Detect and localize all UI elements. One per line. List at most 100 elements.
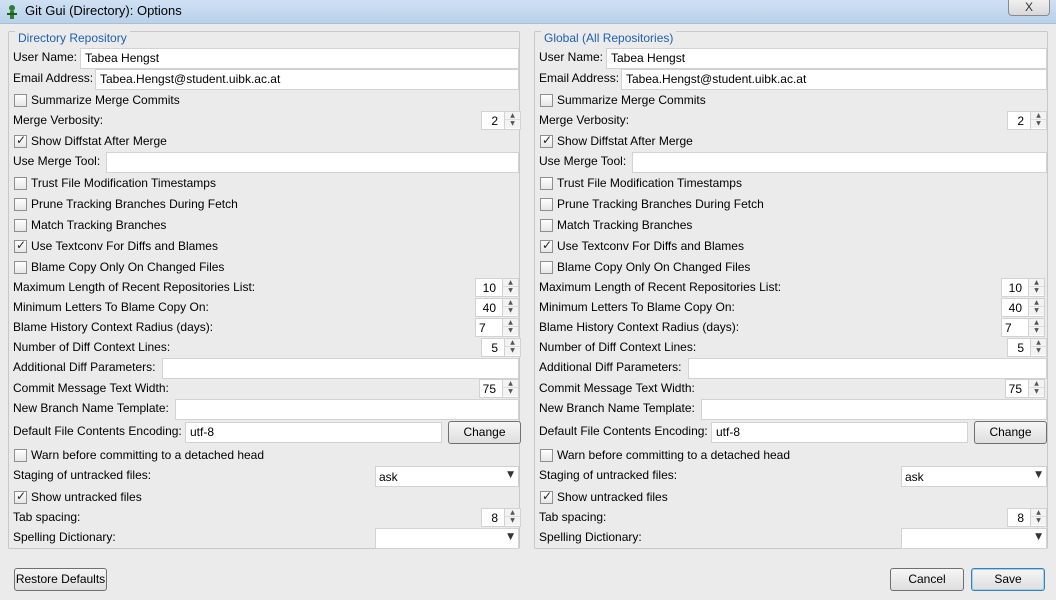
branch-template-input[interactable]: [701, 399, 1047, 420]
spin-up-icon[interactable]: ▲: [503, 279, 518, 287]
tab-spacing-spinner[interactable]: 8 ▲ ▼: [481, 508, 521, 527]
change-encoding-button[interactable]: Change: [974, 421, 1047, 444]
encoding-input[interactable]: utf-8: [711, 422, 968, 443]
show-diffstat-checkbox[interactable]: [540, 133, 553, 148]
show-untracked-checkbox[interactable]: [540, 489, 553, 504]
diff-context-spinner[interactable]: 5 ▲ ▼: [1007, 338, 1047, 357]
show-diffstat-checkbox[interactable]: [14, 133, 27, 148]
cancel-button[interactable]: Cancel: [890, 568, 964, 591]
close-window-button[interactable]: X: [1008, 0, 1050, 16]
show-untracked-checkbox[interactable]: [14, 489, 27, 504]
spin-up-icon[interactable]: ▲: [505, 112, 520, 120]
summarize-merge-row[interactable]: Summarize Merge Commits: [539, 92, 1047, 112]
staging-select[interactable]: ask ▼: [375, 466, 519, 487]
trust-timestamps-row[interactable]: Trust File Modification Timestamps: [539, 175, 1047, 195]
blame-radius-spinner[interactable]: 7 ▲ ▼: [475, 318, 519, 337]
merge-verbosity-spinner[interactable]: 2 ▲ ▼: [481, 111, 521, 130]
commit-width-spinner[interactable]: 75 ▲ ▼: [1005, 379, 1045, 398]
max-recent-spinner[interactable]: 10 ▲ ▼: [475, 278, 519, 297]
spin-down-icon[interactable]: ▼: [505, 120, 520, 128]
trust-timestamps-checkbox[interactable]: [14, 177, 27, 190]
match-tracking-row[interactable]: Match Tracking Branches: [539, 217, 1047, 237]
blame-copy-row[interactable]: Blame Copy Only On Changed Files: [539, 259, 1047, 279]
user-name-input[interactable]: Tabea Hengst: [80, 48, 519, 69]
warn-detached-row[interactable]: Warn before committing to a detached hea…: [539, 447, 1047, 467]
spin-up-icon[interactable]: ▲: [1029, 299, 1044, 307]
summarize-merge-checkbox[interactable]: [14, 94, 27, 107]
email-input[interactable]: Tabea.Hengst@student.uibk.ac.at: [621, 69, 1047, 90]
textconv-row[interactable]: Use Textconv For Diffs and Blames: [13, 238, 519, 258]
blame-radius-spinner[interactable]: 7 ▲ ▼: [1001, 318, 1045, 337]
warn-detached-row[interactable]: Warn before committing to a detached hea…: [13, 447, 519, 467]
commit-width-spinner[interactable]: 75 ▲ ▼: [479, 379, 519, 398]
warn-detached-checkbox[interactable]: [540, 449, 553, 462]
email-input[interactable]: Tabea.Hengst@student.uibk.ac.at: [95, 69, 519, 90]
encoding-input[interactable]: utf-8: [185, 422, 442, 443]
prune-branches-checkbox[interactable]: [540, 198, 553, 211]
spin-up-icon[interactable]: ▲: [1029, 380, 1044, 388]
spelling-select[interactable]: ▼: [375, 528, 519, 549]
spin-up-icon[interactable]: ▲: [1031, 339, 1046, 347]
summarize-merge-row[interactable]: Summarize Merge Commits: [13, 92, 519, 112]
spin-down-icon[interactable]: ▼: [503, 327, 518, 335]
spin-up-icon[interactable]: ▲: [1029, 319, 1044, 327]
prune-branches-row[interactable]: Prune Tracking Branches During Fetch: [13, 196, 519, 216]
spin-down-icon[interactable]: ▼: [505, 517, 520, 525]
spin-down-icon[interactable]: ▼: [1031, 120, 1046, 128]
merge-tool-input[interactable]: [632, 152, 1047, 173]
spin-down-icon[interactable]: ▼: [505, 347, 520, 355]
spin-down-icon[interactable]: ▼: [1031, 517, 1046, 525]
change-encoding-button[interactable]: Change: [448, 421, 521, 444]
spin-up-icon[interactable]: ▲: [505, 509, 520, 517]
restore-defaults-button[interactable]: Restore Defaults: [14, 568, 107, 591]
add-diff-input[interactable]: [162, 358, 519, 379]
spelling-select[interactable]: ▼: [901, 528, 1047, 549]
spin-down-icon[interactable]: ▼: [1031, 347, 1046, 355]
spin-down-icon[interactable]: ▼: [1029, 287, 1044, 295]
spin-down-icon[interactable]: ▼: [1029, 307, 1044, 315]
spin-down-icon[interactable]: ▼: [503, 307, 518, 315]
add-diff-input[interactable]: [688, 358, 1047, 379]
diff-context-spinner[interactable]: 5 ▲ ▼: [481, 338, 521, 357]
show-untracked-row[interactable]: Show untracked files: [539, 489, 1047, 509]
spin-up-icon[interactable]: ▲: [1029, 279, 1044, 287]
min-letters-spinner[interactable]: 40 ▲ ▼: [475, 298, 519, 317]
spin-down-icon[interactable]: ▼: [503, 287, 518, 295]
show-diffstat-row[interactable]: Show Diffstat After Merge: [13, 133, 519, 153]
spin-up-icon[interactable]: ▲: [503, 299, 518, 307]
spin-up-icon[interactable]: ▲: [503, 319, 518, 327]
textconv-checkbox[interactable]: [540, 238, 553, 253]
spin-up-icon[interactable]: ▲: [1031, 112, 1046, 120]
summarize-merge-checkbox[interactable]: [540, 94, 553, 107]
spin-down-icon[interactable]: ▼: [1029, 388, 1044, 396]
save-button[interactable]: Save: [971, 568, 1045, 591]
prune-branches-checkbox[interactable]: [14, 198, 27, 211]
prune-branches-row[interactable]: Prune Tracking Branches During Fetch: [539, 196, 1047, 216]
warn-detached-checkbox[interactable]: [14, 449, 27, 462]
match-tracking-row[interactable]: Match Tracking Branches: [13, 217, 519, 237]
max-recent-spinner[interactable]: 10 ▲ ▼: [1001, 278, 1045, 297]
blame-copy-checkbox[interactable]: [540, 261, 553, 274]
show-untracked-row[interactable]: Show untracked files: [13, 489, 519, 509]
min-letters-spinner[interactable]: 40 ▲ ▼: [1001, 298, 1045, 317]
spin-down-icon[interactable]: ▼: [1029, 327, 1044, 335]
match-tracking-checkbox[interactable]: [14, 219, 27, 232]
blame-copy-row[interactable]: Blame Copy Only On Changed Files: [13, 259, 519, 279]
tab-spacing-spinner[interactable]: 8 ▲ ▼: [1007, 508, 1047, 527]
show-diffstat-row[interactable]: Show Diffstat After Merge: [539, 133, 1047, 153]
textconv-checkbox[interactable]: [14, 238, 27, 253]
trust-timestamps-checkbox[interactable]: [540, 177, 553, 190]
blame-copy-checkbox[interactable]: [14, 261, 27, 274]
user-name-input[interactable]: Tabea Hengst: [606, 48, 1047, 69]
textconv-row[interactable]: Use Textconv For Diffs and Blames: [539, 238, 1047, 258]
trust-timestamps-row[interactable]: Trust File Modification Timestamps: [13, 175, 519, 195]
spin-down-icon[interactable]: ▼: [503, 388, 518, 396]
spin-up-icon[interactable]: ▲: [1031, 509, 1046, 517]
branch-template-input[interactable]: [175, 399, 519, 420]
spin-up-icon[interactable]: ▲: [503, 380, 518, 388]
merge-verbosity-spinner[interactable]: 2 ▲ ▼: [1007, 111, 1047, 130]
merge-tool-input[interactable]: [106, 152, 519, 173]
staging-select[interactable]: ask ▼: [901, 466, 1047, 487]
spin-up-icon[interactable]: ▲: [505, 339, 520, 347]
match-tracking-checkbox[interactable]: [540, 219, 553, 232]
